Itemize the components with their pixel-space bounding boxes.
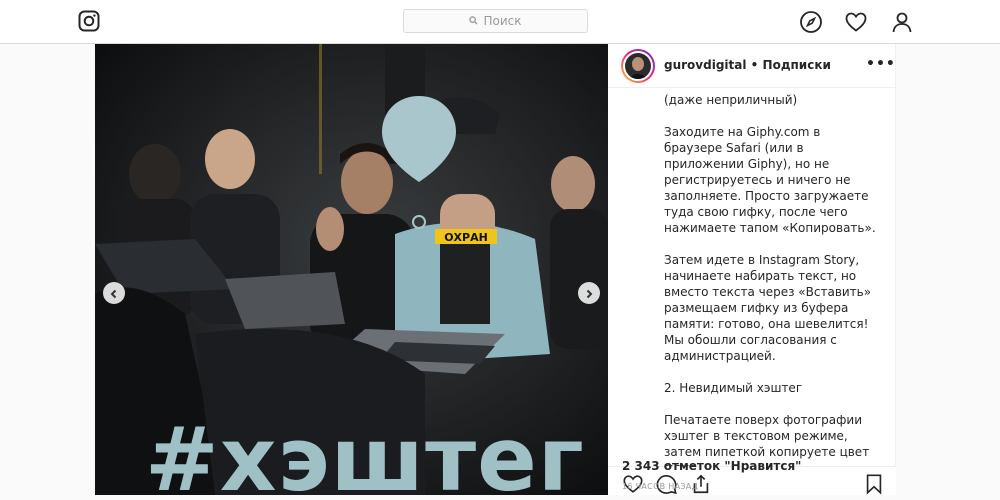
- search-icon: [469, 14, 483, 28]
- caption-paragraph: Заходите на Giphy.com в браузере Safari …: [664, 125, 876, 235]
- search-input[interactable]: Поиск: [403, 9, 588, 33]
- search-placeholder: Поиск: [483, 14, 522, 28]
- avatar[interactable]: [621, 49, 655, 83]
- carousel-prev-button[interactable]: [103, 282, 125, 304]
- post-side-panel: gurovdigital • Подписки ••• (даже неприл…: [608, 44, 896, 495]
- more-icon[interactable]: •••: [866, 56, 896, 72]
- compass-icon[interactable]: [799, 10, 823, 34]
- follow-button[interactable]: Подписки: [763, 58, 831, 72]
- chevron-left-icon: [109, 284, 119, 303]
- caption-paragraph: Печатаете поверх фотографии хэштег в тек…: [664, 413, 870, 466]
- likes-count[interactable]: 2 343 отметок "Нравится": [622, 459, 801, 473]
- top-nav: Поиск: [0, 0, 1000, 44]
- caption-paragraph: Затем идете в Instagram Story, начинаете…: [664, 253, 872, 363]
- bookmark-icon[interactable]: [863, 473, 885, 495]
- separator: •: [750, 58, 759, 72]
- profile-icon[interactable]: [890, 10, 914, 34]
- shirt-text: ОХРАН: [444, 231, 488, 244]
- caption-paragraph: 2. Невидимый хэштег: [664, 381, 803, 395]
- post-timestamp: 16 ЧАСОВ НАЗАД: [622, 482, 699, 491]
- username-link[interactable]: gurovdigital: [664, 58, 746, 72]
- author-line: gurovdigital • Подписки: [664, 58, 831, 72]
- chevron-right-icon: [584, 284, 594, 303]
- carousel-next-button[interactable]: [578, 282, 600, 304]
- post-header: gurovdigital • Подписки •••: [608, 44, 896, 88]
- instagram-logo-icon[interactable]: [78, 10, 100, 32]
- post-image[interactable]: ОХРАН #хэштег: [95, 44, 608, 495]
- hashtag-overlay: #хэштег: [145, 408, 585, 496]
- heart-icon[interactable]: [844, 10, 868, 34]
- caption: (даже неприличный) Заходите на Giphy.com…: [608, 88, 896, 466]
- caption-paragraph: (даже неприличный): [664, 93, 798, 107]
